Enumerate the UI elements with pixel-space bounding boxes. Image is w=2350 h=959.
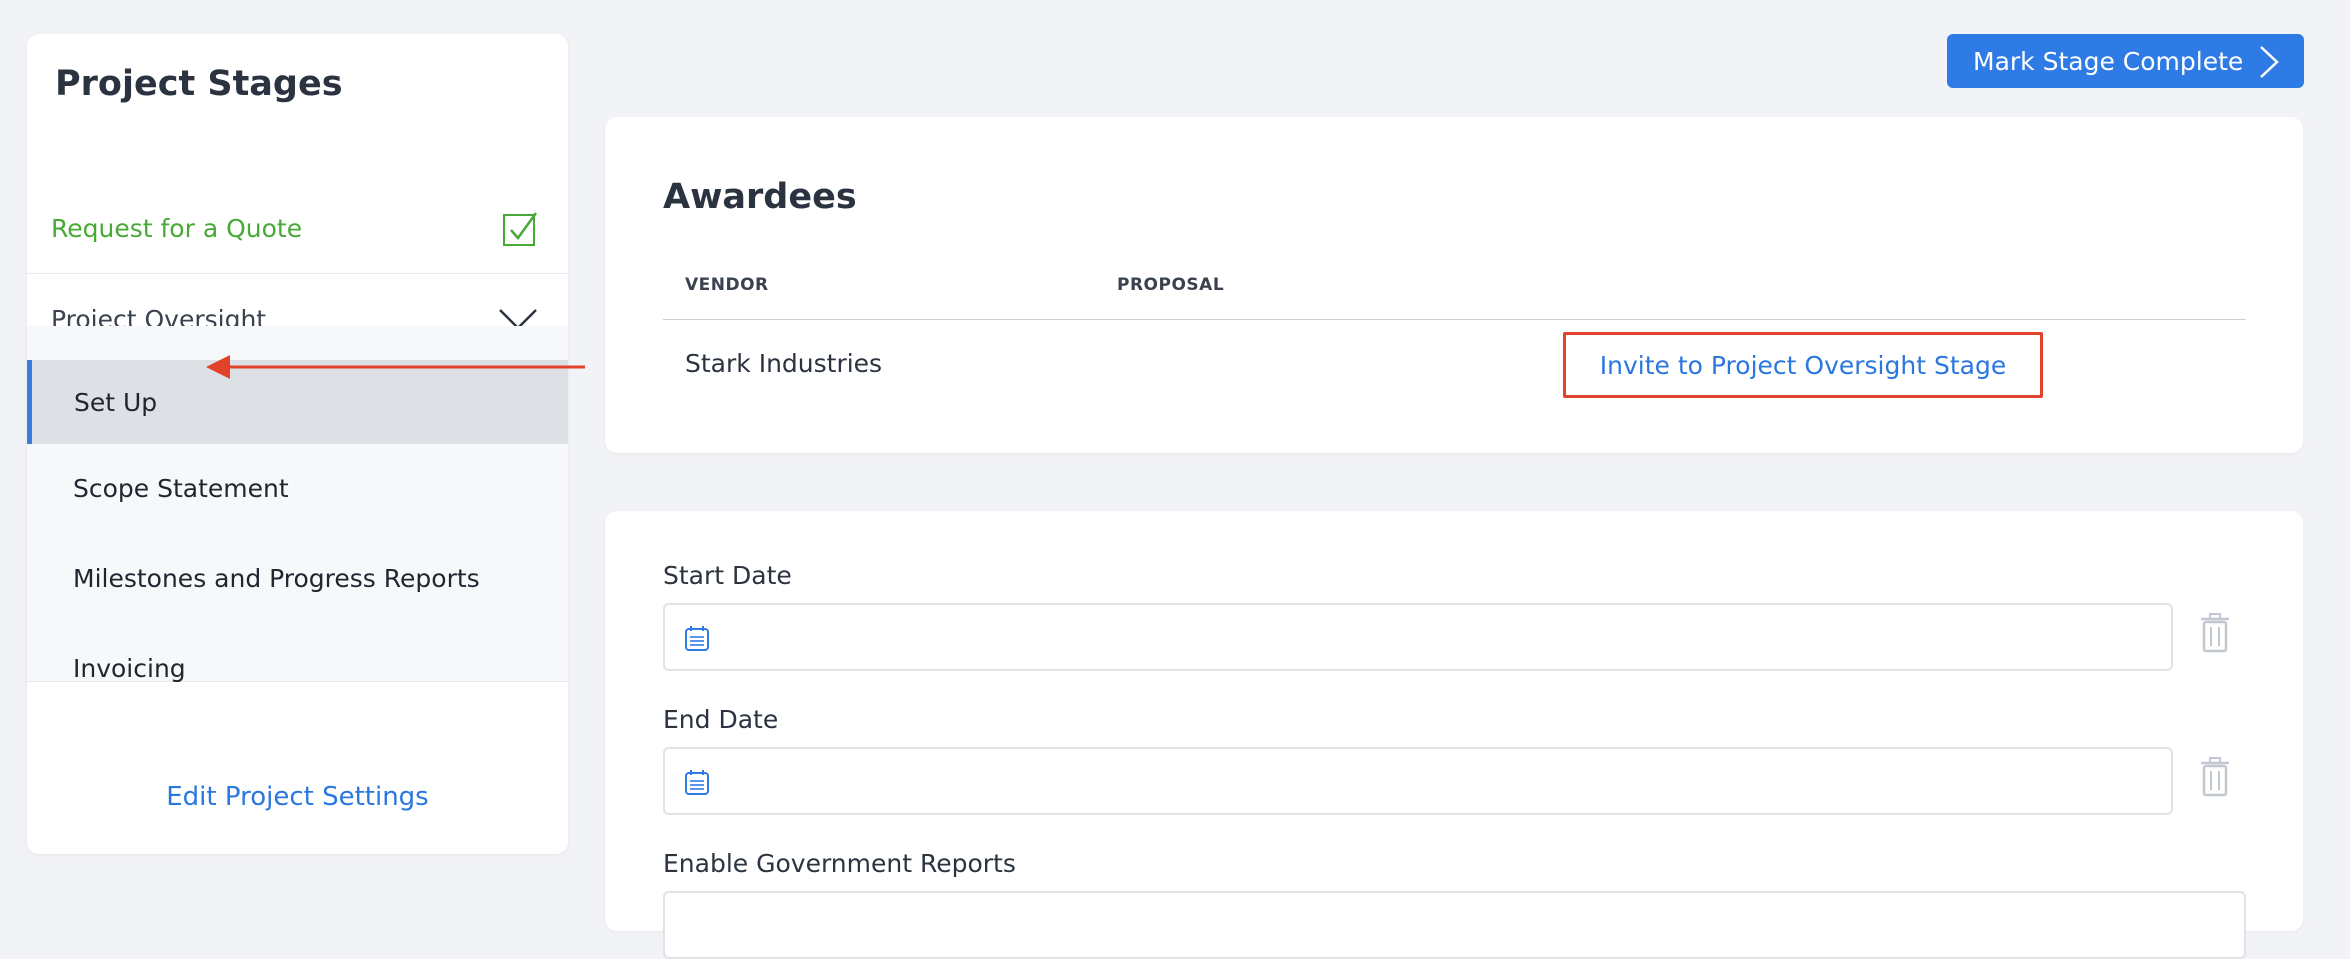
enable-government-reports-label: Enable Government Reports: [663, 849, 1016, 878]
project-stages-sidebar: Project Stages Request for a Quote Proje…: [27, 34, 568, 854]
column-header-vendor: VENDOR: [685, 275, 769, 295]
substage-label: Set Up: [74, 387, 158, 417]
invite-to-project-oversight-link[interactable]: Invite to Project Oversight Stage: [1563, 332, 2043, 398]
stage-label: Request for a Quote: [51, 214, 303, 243]
awardees-card: Awardees VENDOR PROPOSAL Stark Industrie…: [605, 117, 2303, 453]
vendor-cell: Stark Industries: [685, 349, 883, 378]
checkbox-checked-icon: [503, 211, 538, 246]
dates-card: Start Date End Date Enable Government Re…: [605, 511, 2303, 959]
trash-icon[interactable]: [2199, 757, 2231, 797]
start-date-label: Start Date: [663, 561, 792, 590]
end-date-label: End Date: [663, 705, 779, 734]
end-date-input[interactable]: [663, 747, 2173, 815]
table-header-divider: [663, 319, 2246, 320]
sidebar-title: Project Stages: [55, 64, 343, 104]
substage-invoicing[interactable]: Invoicing: [27, 626, 568, 710]
button-label: Mark Stage Complete: [1973, 46, 2244, 76]
substage-label: Scope Statement: [73, 473, 289, 503]
substage-label: Invoicing: [73, 653, 186, 683]
trash-icon[interactable]: [2199, 613, 2231, 653]
chevron-right-icon: [2260, 46, 2279, 78]
start-date-input[interactable]: [663, 603, 2173, 671]
stage-request-for-quote[interactable]: Request for a Quote: [27, 184, 568, 274]
substage-milestones[interactable]: Milestones and Progress Reports: [27, 536, 568, 620]
edit-project-settings-link[interactable]: Edit Project Settings: [27, 782, 568, 812]
substage-label: Milestones and Progress Reports: [73, 563, 480, 593]
annotation-arrow: [206, 355, 585, 379]
awardees-title: Awardees: [663, 177, 857, 217]
substage-scope-statement[interactable]: Scope Statement: [27, 446, 568, 530]
government-reports-field[interactable]: [663, 891, 2246, 959]
column-header-proposal: PROPOSAL: [1117, 275, 1225, 295]
calendar-icon: [685, 770, 709, 795]
calendar-icon: [685, 626, 709, 651]
mark-stage-complete-button[interactable]: Mark Stage Complete: [1947, 34, 2304, 88]
